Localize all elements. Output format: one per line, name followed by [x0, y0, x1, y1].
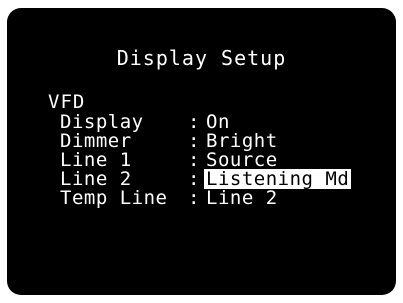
- setting-separator: :: [188, 187, 200, 209]
- page-title: Display Setup: [116, 46, 287, 70]
- setting-label: Temp Line: [60, 187, 168, 209]
- setting-separator: :: [188, 111, 200, 133]
- setting-label: Line 1: [60, 149, 132, 171]
- setting-value[interactable]: Bright: [204, 131, 280, 151]
- osd-screen: Display Setup VFD Display : On Dimmer : …: [7, 8, 396, 295]
- setting-separator: :: [188, 168, 200, 190]
- setting-label: Line 2: [60, 168, 132, 190]
- setting-separator: :: [188, 149, 200, 171]
- setting-row-temp-line[interactable]: Temp Line : Line 2: [60, 188, 390, 210]
- setting-separator: :: [188, 130, 200, 152]
- setting-value-selected[interactable]: Listening Md: [204, 169, 352, 189]
- setting-label: Display: [60, 111, 144, 133]
- setting-value[interactable]: Source: [204, 150, 280, 170]
- setting-value[interactable]: Line 2: [204, 188, 280, 208]
- section-heading-vfd: VFD: [48, 91, 86, 113]
- setting-value[interactable]: On: [204, 112, 232, 132]
- setting-label: Dimmer: [60, 130, 132, 152]
